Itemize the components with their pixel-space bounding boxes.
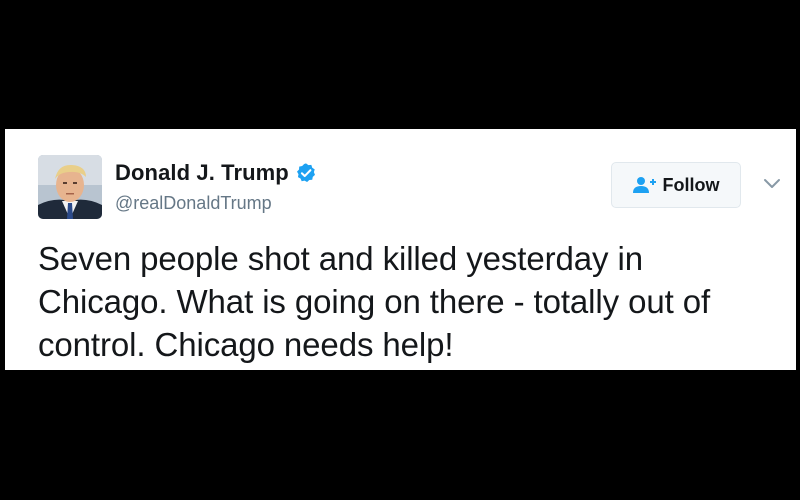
follow-label: Follow xyxy=(662,174,720,195)
add-user-icon xyxy=(632,176,657,194)
author-handle[interactable]: @realDonaldTrump xyxy=(115,193,272,214)
chevron-down-icon[interactable] xyxy=(763,176,781,192)
verified-badge-icon xyxy=(295,162,317,184)
tweet-card: Donald J. Trump @realDonaldTrump Follow … xyxy=(5,129,796,370)
follow-button[interactable]: Follow xyxy=(611,162,741,208)
tweet-text: Seven people shot and killed yesterday i… xyxy=(38,240,711,363)
author-name-row[interactable]: Donald J. Trump xyxy=(115,160,317,186)
avatar-image xyxy=(38,155,102,219)
avatar[interactable] xyxy=(38,155,102,219)
author-display-name[interactable]: Donald J. Trump xyxy=(115,160,289,186)
